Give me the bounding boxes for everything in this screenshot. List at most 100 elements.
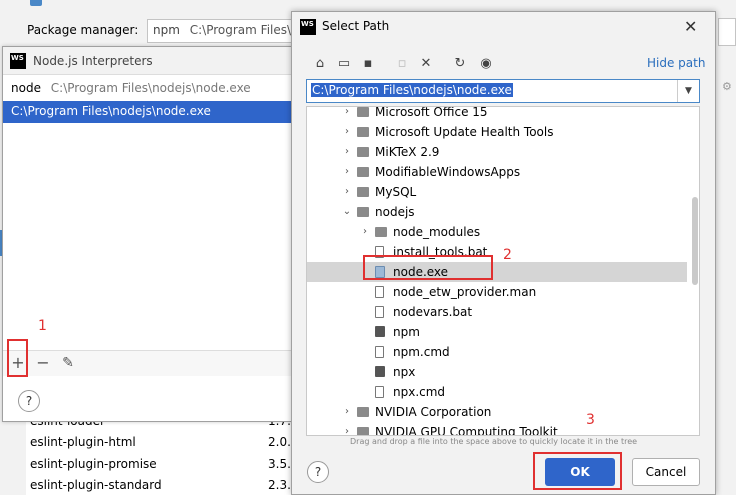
chevron-right-icon[interactable]: › xyxy=(341,107,353,122)
home-icon[interactable]: ⌂ xyxy=(310,54,330,74)
interpreters-toolbar: + − ✎ xyxy=(3,350,291,376)
tree-item[interactable]: › MiKTeX 2.9 xyxy=(307,142,687,162)
chevron-down-icon[interactable]: ⌄ xyxy=(341,202,353,222)
desktop-icon[interactable]: ▭ xyxy=(334,54,354,74)
tree-item-label: nodevars.bat xyxy=(393,305,473,319)
file-icon xyxy=(375,286,384,298)
folder-icon xyxy=(357,207,369,217)
interpreter-item-node[interactable]: node C:\Program Files\nodejs\node.exe xyxy=(3,79,291,99)
help-button[interactable]: ? xyxy=(307,461,329,483)
tree-item[interactable]: ⌄ nodejs xyxy=(307,202,687,222)
file-icon xyxy=(375,306,384,318)
interpreter-path: C:\Program Files\nodejs\node.exe xyxy=(50,81,251,95)
tree-item[interactable]: › MySQL xyxy=(307,182,687,202)
tree-item-label: MySQL xyxy=(375,185,417,199)
tree-item[interactable]: nodevars.bat xyxy=(307,302,687,322)
chevron-right-icon[interactable]: › xyxy=(341,422,353,435)
new-folder-icon[interactable]: ▫ xyxy=(392,54,412,74)
tree-item[interactable]: › Microsoft Update Health Tools xyxy=(307,122,687,142)
folder-icon xyxy=(357,187,369,197)
chevron-down-icon[interactable]: ▼ xyxy=(677,80,699,102)
tree-item-label: nodejs xyxy=(375,205,415,219)
chevron-right-icon[interactable]: › xyxy=(341,402,353,422)
tree-item-label: ModifiableWindowsApps xyxy=(375,165,521,179)
webstorm-logo-icon: WS xyxy=(10,53,26,69)
folder-icon xyxy=(357,127,369,137)
hide-path-link[interactable]: Hide path xyxy=(647,56,705,70)
tree-item-label: NVIDIA Corporation xyxy=(375,405,492,419)
package-manager-value: npm xyxy=(153,23,180,37)
package-name: eslint-plugin-html xyxy=(30,435,136,449)
settings-gear-icon[interactable]: ⚙ xyxy=(722,80,732,93)
show-hidden-icon[interactable]: ◉ xyxy=(476,54,496,74)
folder-icon xyxy=(357,427,369,435)
path-input[interactable]: C:\Program Files\nodejs\node.exe ▼ xyxy=(306,79,700,103)
tree-item[interactable]: npx xyxy=(307,362,687,382)
project-folder-icon[interactable]: ▪ xyxy=(358,54,378,74)
annotation-number: 3 xyxy=(586,412,595,428)
tree-item-label: npx.cmd xyxy=(393,385,446,399)
tree-item[interactable]: › Microsoft Office 15 xyxy=(307,106,687,122)
dialog-title: Node.js Interpreters xyxy=(33,54,153,68)
chevron-right-icon[interactable]: › xyxy=(359,222,371,242)
package-name: eslint-plugin-promise xyxy=(30,457,157,471)
annotation-number: 1 xyxy=(38,318,47,334)
folder-icon xyxy=(357,147,369,157)
tree-item[interactable]: › node_modules xyxy=(307,222,687,242)
delete-icon[interactable]: ✕ xyxy=(416,54,436,74)
package-manager-combo[interactable]: npm C:\Program Files\ xyxy=(147,19,297,43)
tree-item-label: NVIDIA GPU Computing Toolkit xyxy=(375,425,558,436)
chevron-right-icon[interactable]: › xyxy=(341,182,353,202)
tree-item-label: Microsoft Office 15 xyxy=(375,106,488,119)
folder-icon xyxy=(357,407,369,417)
tree-item-label: node_modules xyxy=(393,225,481,239)
webstorm-logo-icon: WS xyxy=(300,19,316,35)
chevron-right-icon[interactable]: › xyxy=(341,122,353,142)
annotation-number: 2 xyxy=(503,247,512,263)
folder-icon xyxy=(375,227,387,237)
help-button[interactable]: ? xyxy=(18,390,40,412)
annotation-box-node-exe xyxy=(363,255,493,280)
refresh-icon[interactable]: ↻ xyxy=(450,54,470,74)
right-panel-field xyxy=(718,18,736,46)
tree-item-label: node_etw_provider.man xyxy=(393,285,537,299)
dialog-title-bar: WS Node.js Interpreters xyxy=(3,47,291,75)
dialog-title: Select Path xyxy=(322,19,390,33)
annotation-box-add xyxy=(7,339,28,377)
folder-icon xyxy=(357,107,369,117)
tree-item[interactable]: › ModifiableWindowsApps xyxy=(307,162,687,182)
tree-scrollbar[interactable] xyxy=(692,197,698,285)
chevron-right-icon[interactable]: › xyxy=(341,162,353,182)
package-manager-path: C:\Program Files\ xyxy=(189,23,292,37)
tree-item[interactable]: node_etw_provider.man xyxy=(307,282,687,302)
interpreter-name: node xyxy=(11,81,41,95)
file-icon xyxy=(375,346,384,358)
annotation-box-ok xyxy=(533,452,622,490)
file-icon xyxy=(375,386,384,398)
tree-item[interactable]: npm xyxy=(307,322,687,342)
tree-item[interactable]: › NVIDIA Corporation xyxy=(307,402,687,422)
cancel-button[interactable]: Cancel xyxy=(632,458,700,486)
tree-item-label: npm xyxy=(393,325,420,339)
tree-item[interactable]: npx.cmd xyxy=(307,382,687,402)
close-icon[interactable]: ✕ xyxy=(684,17,697,36)
tree-item[interactable]: › NVIDIA GPU Computing Toolkit xyxy=(307,422,687,436)
package-list: eslint-loader 1.7. eslint-plugin-html 2.… xyxy=(26,412,299,495)
tree-item-label: Microsoft Update Health Tools xyxy=(375,125,554,139)
chevron-right-icon[interactable]: › xyxy=(341,142,353,162)
tree-item-label: npm.cmd xyxy=(393,345,450,359)
coding-assistance-checkbox[interactable] xyxy=(30,0,42,6)
file-icon xyxy=(375,326,385,337)
package-name: eslint-plugin-standard xyxy=(30,478,162,492)
interpreter-item-selected[interactable]: C:\Program Files\nodejs\node.exe xyxy=(3,101,291,123)
drag-drop-hint: Drag and drop a file into the space abov… xyxy=(350,437,638,446)
folder-icon xyxy=(357,167,369,177)
path-value: C:\Program Files\nodejs\node.exe xyxy=(311,83,513,97)
tree-item[interactable]: npm.cmd xyxy=(307,342,687,362)
edit-icon[interactable]: ✎ xyxy=(58,353,78,375)
tree-item-label: npx xyxy=(393,365,416,379)
nodejs-interpreters-dialog: WS Node.js Interpreters node C:\Program … xyxy=(2,46,292,422)
remove-icon[interactable]: − xyxy=(33,353,53,375)
tree-item-label: MiKTeX 2.9 xyxy=(375,145,440,159)
package-manager-label: Package manager: xyxy=(27,23,139,37)
